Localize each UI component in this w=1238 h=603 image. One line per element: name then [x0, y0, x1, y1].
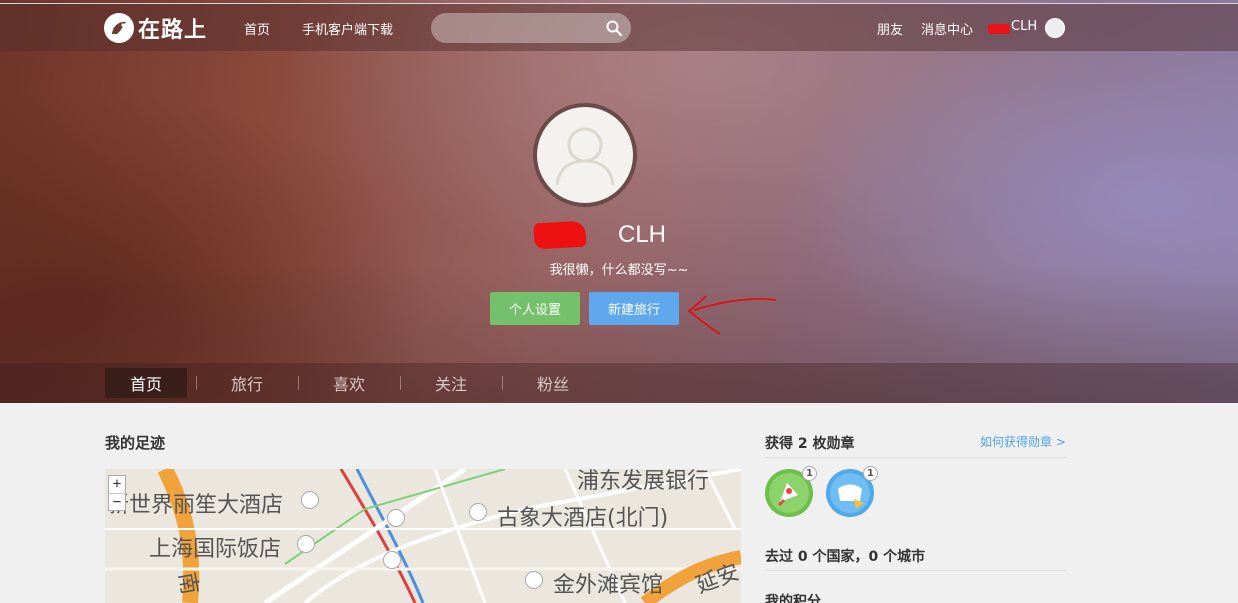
profile-bio: 我很懒，什么都没写~~: [549, 263, 689, 278]
visited-summary: 去过 0 个国家，0 个城市: [765, 549, 926, 565]
tab-divider: [502, 376, 503, 390]
nav-avatar[interactable]: [1045, 18, 1065, 38]
logo-icon: [104, 13, 134, 43]
search-icon[interactable]: [605, 19, 623, 37]
badge-count: 1: [863, 466, 878, 481]
footprints-title: 我的足迹: [105, 434, 166, 452]
search-input[interactable]: [443, 13, 593, 43]
nav-friends-link[interactable]: 朋友: [877, 19, 903, 38]
bird-badge-icon[interactable]: 1: [826, 466, 878, 517]
tab-divider: [196, 376, 197, 390]
profile-name: CLH: [617, 221, 666, 248]
points-title: 我的积分: [765, 594, 821, 603]
logo-text: 在路上: [138, 18, 208, 43]
hotel-poi-icon: [297, 535, 315, 553]
nav-app-download-link[interactable]: 手机客户端下载: [302, 19, 393, 38]
nav-messages-link[interactable]: 消息中心: [921, 19, 973, 38]
how-to-get-badges-link[interactable]: 如何获得勋章 >: [980, 433, 1066, 450]
hotel-poi-icon: [469, 503, 487, 521]
bank-poi-icon: [387, 509, 405, 527]
tab-following[interactable]: 关注: [410, 368, 492, 398]
divider: [765, 457, 1066, 458]
nav-username-link[interactable]: CLH: [1011, 19, 1037, 34]
map-label: 上海国际饭店: [149, 537, 282, 562]
logo[interactable]: 在路上: [104, 12, 207, 44]
divider: [765, 570, 1066, 571]
profile-avatar[interactable]: [533, 103, 637, 207]
map-label: 新世界丽笙大酒店: [107, 493, 284, 518]
profile-tabs: 首页 旅行 喜欢 关注 粉丝: [0, 363, 1238, 403]
new-trip-button[interactable]: 新建旅行: [589, 292, 679, 325]
footprint-map[interactable]: + − 浦东发展银行 新世界丽笙大酒店 古象大酒店(北门) 上海国际饭店 金外滩…: [105, 469, 741, 603]
annotation-arrow: [687, 295, 777, 335]
tab-followers[interactable]: 粉丝: [512, 368, 594, 398]
map-label: 金外滩宾馆: [553, 573, 664, 598]
tab-home[interactable]: 首页: [105, 368, 187, 398]
default-avatar-icon: [555, 127, 615, 186]
tab-likes[interactable]: 喜欢: [308, 368, 390, 398]
map-zoom-control: + −: [108, 475, 126, 511]
tab-trips[interactable]: 旅行: [206, 368, 288, 398]
map-zoom-out-button[interactable]: −: [109, 493, 125, 510]
badge-count: 1: [802, 466, 817, 481]
badges-title: 获得 2 枚勋章: [765, 436, 855, 452]
tab-divider: [400, 376, 401, 390]
profile-hero: 在路上 首页 手机客户端下载 朋友 消息中心 CLH CLH 我很懒，什么都没写…: [0, 0, 1238, 403]
settings-button[interactable]: 个人设置: [490, 292, 580, 325]
top-nav: 在路上 首页 手机客户端下载 朋友 消息中心 CLH: [0, 3, 1238, 51]
redaction-mark: [988, 24, 1010, 34]
metro-station-icon: [383, 551, 401, 569]
map-label: 古象大酒店(北门): [497, 506, 669, 531]
tab-divider: [298, 376, 299, 390]
rocket-badge-icon[interactable]: 1: [765, 466, 817, 517]
nav-home-link[interactable]: 首页: [244, 19, 270, 38]
hotel-poi-icon: [301, 491, 319, 509]
map-zoom-in-button[interactable]: +: [109, 476, 125, 493]
map-label: 浦东发展银行: [577, 469, 710, 494]
hotel-poi-icon: [525, 571, 543, 589]
search-box: [431, 13, 631, 43]
